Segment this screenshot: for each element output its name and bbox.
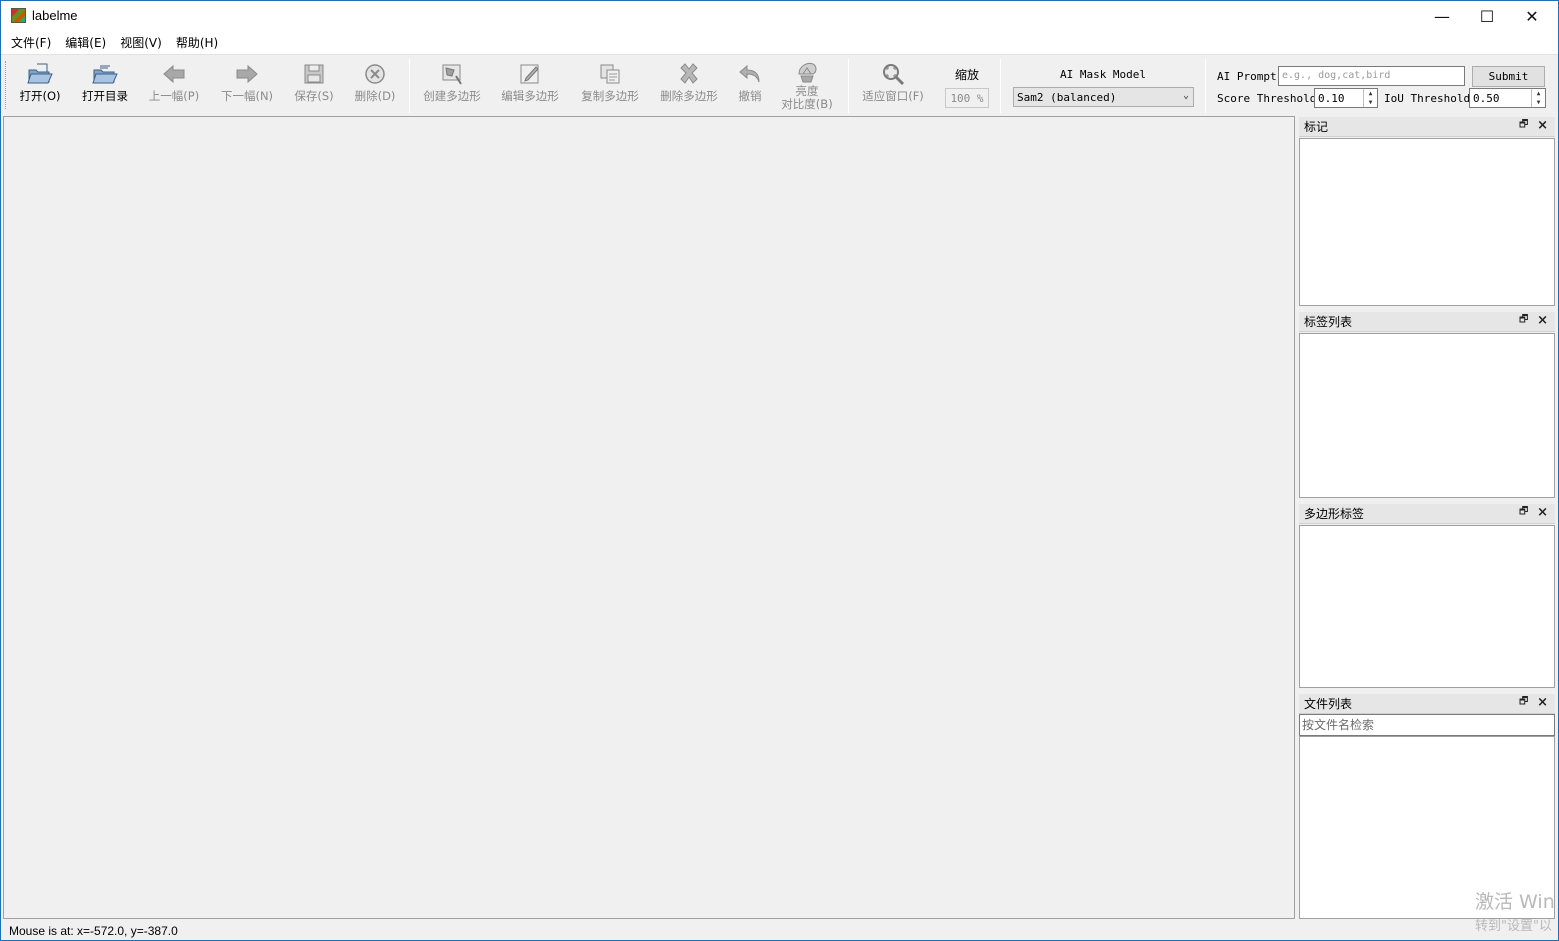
maximize-button[interactable]: ☐: [1464, 1, 1510, 32]
zoom-fit-icon: [880, 61, 906, 87]
floppy-disk-icon: [301, 61, 327, 87]
label-list-dock-title: 标签列表 🗗 ×: [1299, 312, 1555, 332]
file-list-dock-title: 文件列表 🗗 ×: [1299, 694, 1555, 714]
iou-threshold-value: 0.50: [1473, 91, 1500, 105]
labelme-app-icon: [11, 8, 26, 23]
activation-watermark-line-1: 激活 Win: [1475, 891, 1555, 913]
ai-prompt-label: AI Prompt: [1217, 70, 1277, 83]
float-dock-icon[interactable]: 🗗: [1519, 315, 1529, 325]
copy-icon: [597, 61, 623, 87]
polygon-labels-dock-title: 多边形标签 🗗 ×: [1299, 504, 1555, 524]
label-list-dock-label: 标签列表: [1304, 315, 1353, 329]
close-dock-icon[interactable]: ×: [1537, 118, 1548, 133]
toolbar-separator: [1205, 59, 1206, 113]
next-image-button[interactable]: 下一幅(N): [219, 61, 275, 113]
create-polygon-icon: [439, 61, 465, 87]
float-dock-icon[interactable]: 🗗: [1519, 697, 1529, 707]
prev-image-button[interactable]: 上一幅(P): [146, 61, 202, 113]
file-list-dock-label: 文件列表: [1304, 697, 1353, 711]
label-list[interactable]: [1299, 333, 1555, 498]
spin-down-icon[interactable]: ▼: [1537, 98, 1541, 107]
file-search-input[interactable]: 按文件名检索: [1299, 714, 1555, 736]
flags-dock-label: 标记: [1304, 120, 1329, 134]
close-dock-icon[interactable]: ×: [1537, 313, 1548, 328]
spin-up-icon[interactable]: ▲: [1369, 89, 1373, 98]
delete-file-button[interactable]: 删除(D): [352, 61, 398, 113]
menu-bar: 文件(F) 编辑(E) 视图(V) 帮助(H): [1, 32, 1558, 54]
brightness-contrast-button[interactable]: 亮度 对比度(B): [777, 59, 837, 111]
edit-polygon-button[interactable]: 编辑多边形: [498, 61, 562, 113]
menu-edit[interactable]: 编辑(E): [58, 33, 113, 53]
polygon-labels-list[interactable]: [1299, 525, 1555, 688]
save-button[interactable]: 保存(S): [292, 61, 336, 113]
copy-polygon-button[interactable]: 复制多边形: [578, 61, 642, 113]
arrow-left-icon: [161, 61, 187, 87]
float-dock-icon[interactable]: 🗗: [1519, 120, 1529, 130]
fit-window-button[interactable]: 适应窗口(F): [859, 61, 927, 113]
open-directory-icon: [92, 61, 118, 87]
flags-dock-title: 标记 🗗 ×: [1299, 117, 1555, 137]
brightness-contrast-icon: [794, 59, 820, 85]
spin-arrows[interactable]: ▲ ▼: [1363, 89, 1377, 107]
edit-pencil-icon: [517, 61, 543, 87]
circle-x-icon: [362, 61, 388, 87]
spin-down-icon[interactable]: ▼: [1369, 98, 1373, 107]
close-dock-icon[interactable]: ×: [1537, 695, 1548, 710]
undo-button[interactable]: 撤销: [735, 61, 765, 113]
image-canvas[interactable]: [3, 116, 1295, 919]
toolbar-grip[interactable]: [5, 61, 8, 109]
menu-file[interactable]: 文件(F): [4, 33, 58, 53]
chevron-down-icon: ⌄: [1182, 90, 1189, 101]
toolbar: 打开(O) 打开目录 上一幅(P) 下一幅(N) 保存(S) 删除(D) 创建多…: [1, 54, 1558, 116]
open-folder-icon: [27, 61, 53, 87]
close-dock-icon[interactable]: ×: [1537, 505, 1548, 520]
spin-up-icon[interactable]: ▲: [1537, 89, 1541, 98]
delete-x-icon: [676, 61, 702, 87]
score-threshold-value: 0.10: [1318, 91, 1345, 105]
activation-watermark-line-2: 转到"设置"以: [1475, 919, 1552, 934]
submit-button[interactable]: Submit: [1472, 66, 1545, 87]
window-title: labelme: [32, 8, 78, 23]
zoom-label: 缩放: [954, 68, 979, 82]
mouse-position-status: Mouse is at: x=-572.0, y=-387.0: [9, 924, 178, 938]
delete-polygon-button[interactable]: 删除多边形: [657, 61, 721, 113]
ai-mask-model-label: AI Mask Model: [1059, 68, 1147, 81]
create-polygon-button[interactable]: 创建多边形: [420, 61, 484, 113]
polygon-labels-dock-label: 多边形标签: [1304, 507, 1365, 521]
labelme-window: labelme — ☐ ✕ 文件(F) 编辑(E) 视图(V) 帮助(H) 打开…: [0, 0, 1559, 941]
toolbar-separator: [848, 59, 849, 113]
float-dock-icon[interactable]: 🗗: [1519, 507, 1529, 517]
zoom-value-field[interactable]: 100 %: [945, 88, 989, 108]
iou-threshold-label: IoU Threshold: [1384, 92, 1471, 105]
toolbar-separator: [409, 59, 410, 113]
brightness-label-2: 对比度(B): [781, 97, 833, 111]
iou-threshold-spinbox[interactable]: 0.50 ▲ ▼: [1469, 88, 1546, 108]
toolbar-separator: [1000, 59, 1001, 113]
spin-arrows[interactable]: ▲ ▼: [1531, 89, 1545, 107]
open-dir-button[interactable]: 打开目录: [79, 61, 131, 113]
ai-prompt-input[interactable]: e.g., dog,cat,bird: [1278, 66, 1465, 86]
open-button[interactable]: 打开(O): [18, 61, 62, 113]
flags-list[interactable]: [1299, 138, 1555, 306]
menu-help[interactable]: 帮助(H): [169, 33, 225, 53]
menu-view[interactable]: 视图(V): [113, 33, 169, 53]
score-threshold-spinbox[interactable]: 0.10 ▲ ▼: [1314, 88, 1378, 108]
score-threshold-label: Score Threshold: [1217, 92, 1317, 105]
ai-mask-model-value: Sam2 (balanced): [1017, 90, 1117, 104]
ai-mask-model-select[interactable]: Sam2 (balanced) ⌄: [1013, 87, 1194, 107]
minimize-button[interactable]: —: [1419, 1, 1465, 32]
undo-arrow-icon: [737, 61, 763, 87]
close-window-button[interactable]: ✕: [1509, 1, 1555, 32]
title-bar: labelme — ☐ ✕: [1, 1, 1558, 32]
status-bar: Mouse is at: x=-572.0, y=-387.0: [3, 920, 1558, 940]
arrow-right-icon: [234, 61, 260, 87]
